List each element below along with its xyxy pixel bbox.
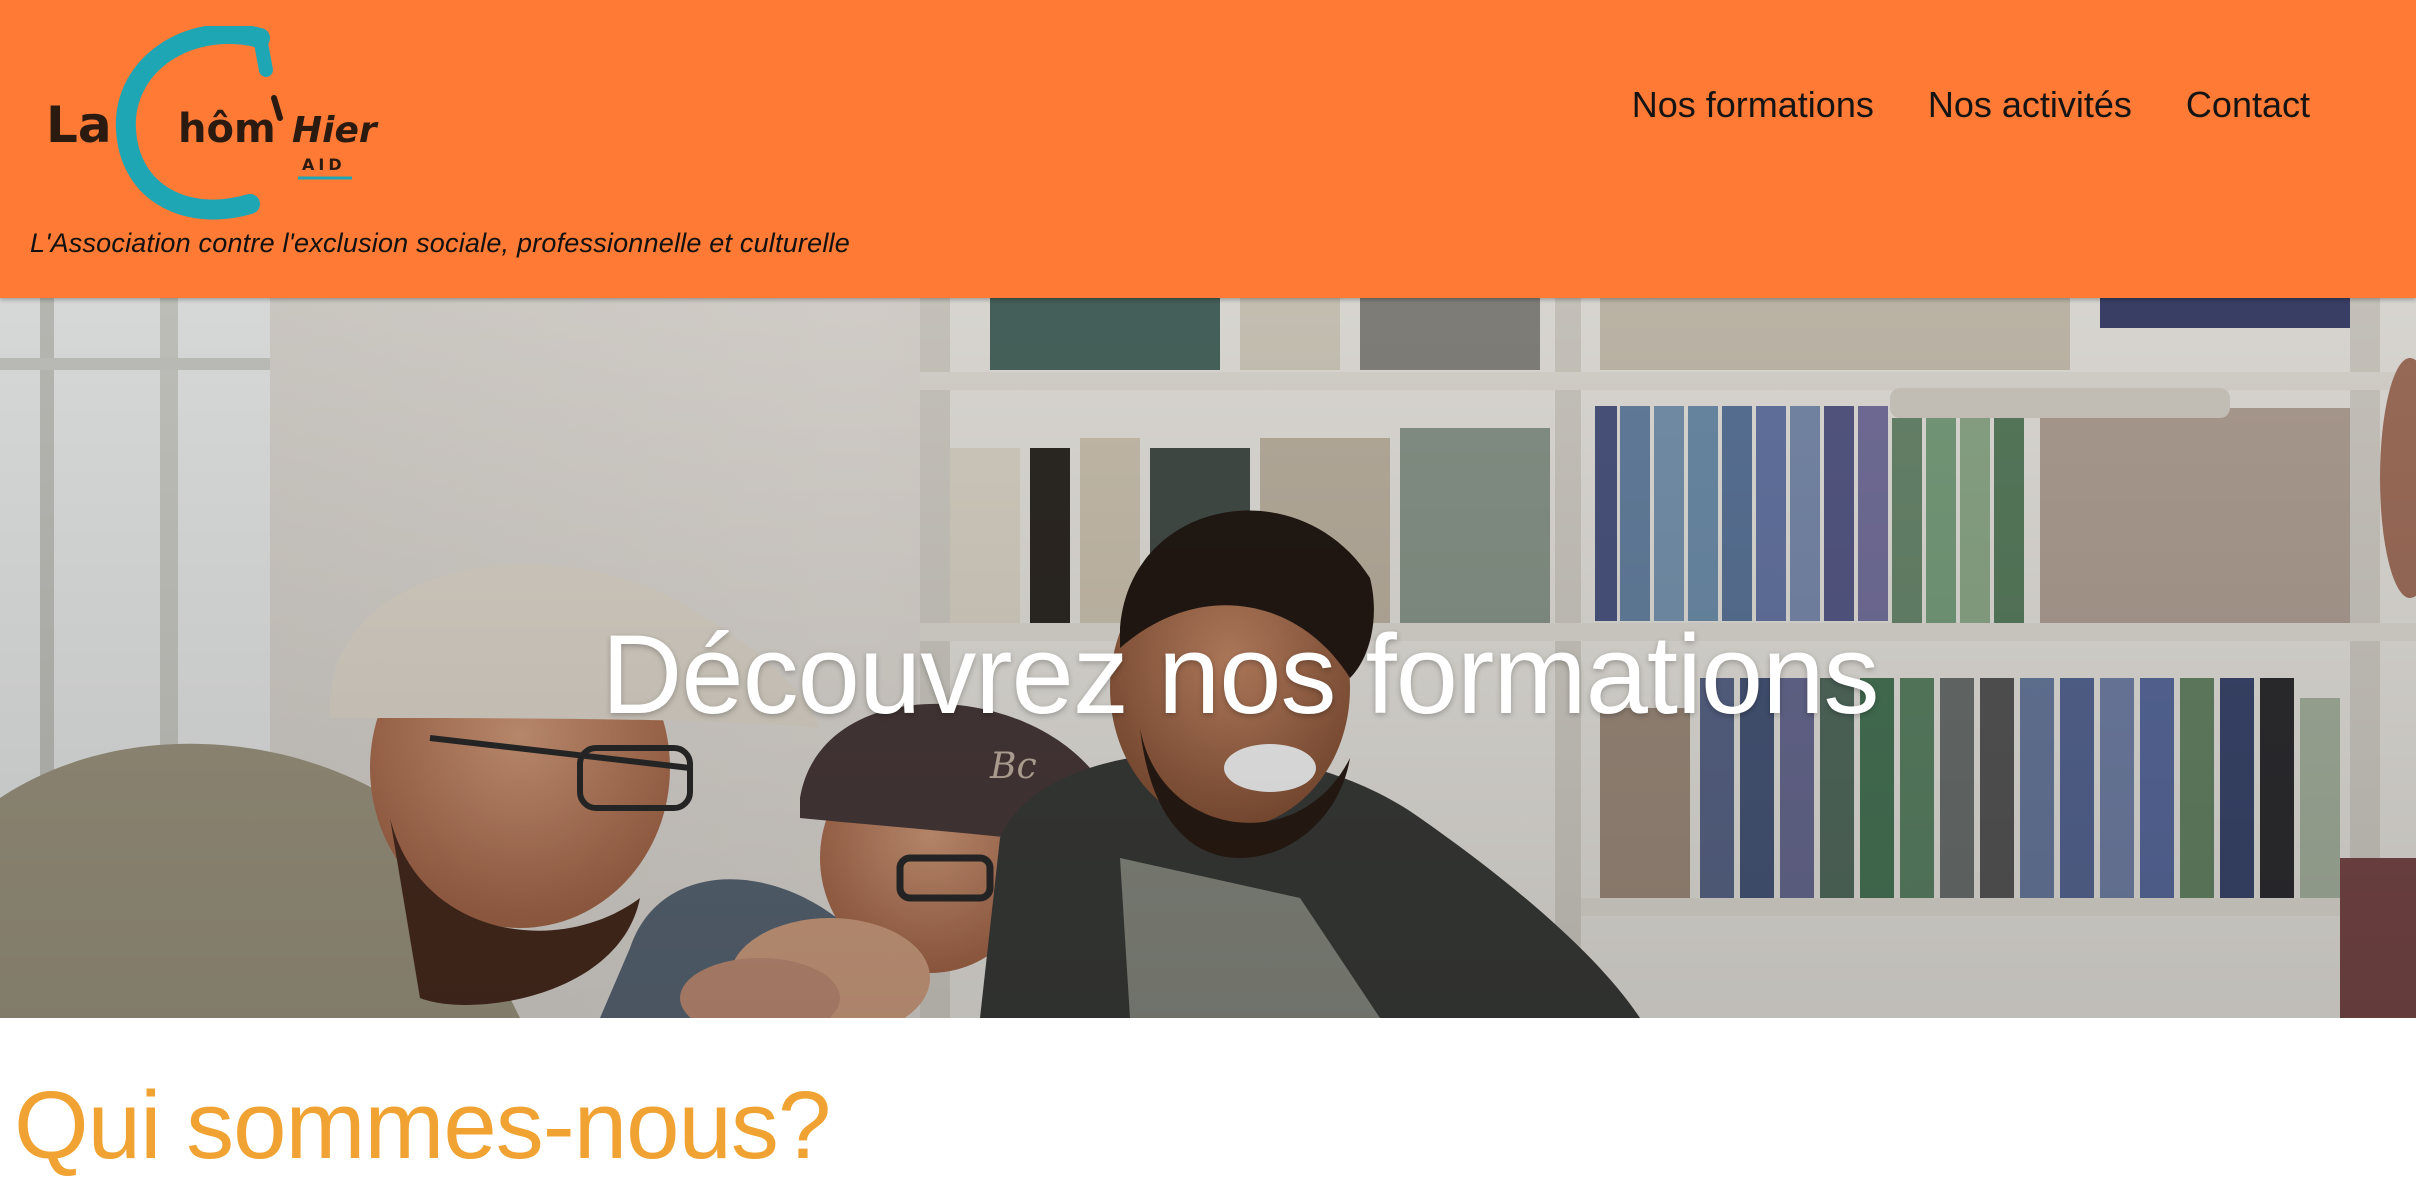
svg-text:hôm: hôm (178, 106, 276, 152)
hero-banner: Bc Découvrez nos formations (0, 298, 2416, 1018)
svg-text:AID: AID (302, 155, 346, 174)
svg-text:La: La (46, 96, 112, 154)
section-title-about: Qui sommes-nous? (14, 1072, 831, 1179)
page: La hôm Hier AID L'Association contre l'e… (0, 0, 2416, 1204)
svg-text:Hier: Hier (292, 110, 379, 151)
main-nav: Nos formations Nos activités Contact (1632, 84, 2310, 126)
logo-icon: La hôm Hier AID (46, 24, 379, 220)
hero-title: Découvrez nos formations (601, 612, 1879, 737)
nav-link-activites[interactable]: Nos activités (1928, 84, 2132, 126)
nav-link-contact[interactable]: Contact (2186, 84, 2310, 126)
site-logo[interactable]: La hôm Hier AID (40, 24, 380, 226)
nav-link-formations[interactable]: Nos formations (1632, 84, 1874, 126)
site-header: La hôm Hier AID L'Association contre l'e… (0, 0, 2416, 298)
site-tagline: L'Association contre l'exclusion sociale… (30, 228, 850, 258)
